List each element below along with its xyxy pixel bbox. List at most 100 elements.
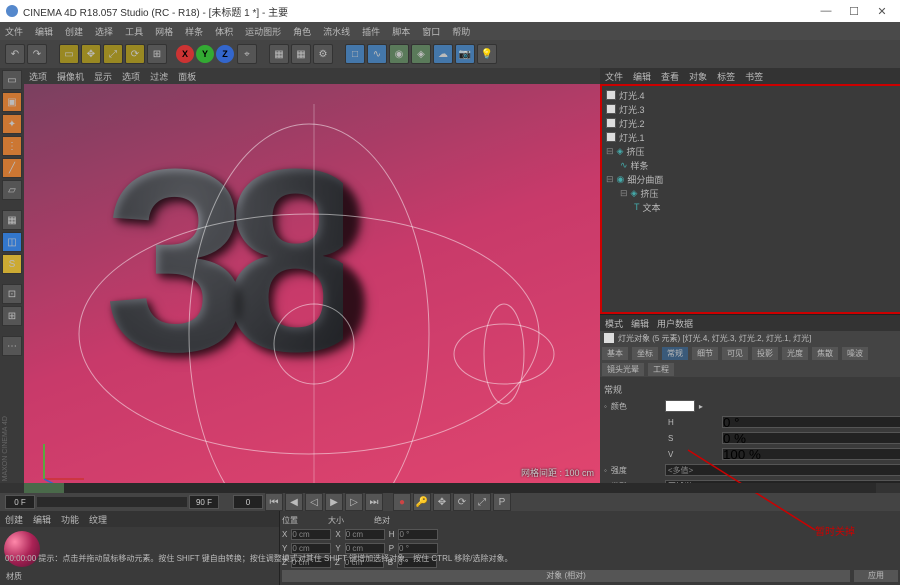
menu-help[interactable]: 帮助 — [452, 25, 470, 38]
move-tool[interactable]: ✥ — [81, 44, 101, 64]
rotate-tool[interactable]: ⟳ — [125, 44, 145, 64]
menu-create[interactable]: 创建 — [65, 25, 83, 38]
obj-tab-view[interactable]: 查看 — [661, 70, 679, 83]
vp-tab-panel[interactable]: 面板 — [178, 70, 196, 83]
point-mode[interactable]: ⋮ — [2, 136, 22, 156]
menu-window[interactable]: 窗口 — [422, 25, 440, 38]
texture-mode[interactable]: ▦ — [2, 210, 22, 230]
menu-mograph[interactable]: 运动图形 — [245, 25, 281, 38]
apply-button[interactable]: 应用 — [854, 570, 898, 582]
object-mode[interactable]: ▣ — [2, 92, 22, 112]
menu-pipeline[interactable]: 流水线 — [323, 25, 350, 38]
undo-button[interactable]: ↶ — [5, 44, 25, 64]
attr-tab-edit[interactable]: 编辑 — [631, 317, 649, 330]
render-settings[interactable]: ⚙ — [313, 44, 333, 64]
snap-button[interactable]: ⊡ — [2, 284, 22, 304]
subtab-basic[interactable]: 基本 — [602, 347, 628, 360]
goto-end-button[interactable]: ⏭ — [365, 493, 383, 511]
menu-tools[interactable]: 工具 — [125, 25, 143, 38]
rot-b-input[interactable] — [397, 557, 437, 568]
close-button[interactable]: ✕ — [869, 2, 895, 20]
attr-tab-mode[interactable]: 模式 — [605, 317, 623, 330]
key-pos-button[interactable]: ✥ — [433, 493, 451, 511]
primitive-button[interactable]: □ — [345, 44, 365, 64]
size-x-input[interactable] — [345, 529, 385, 540]
subtab-lensflare[interactable]: 镜头光晕 — [602, 363, 644, 376]
obj-row-extrude1[interactable]: ⊟◈挤压 — [604, 144, 900, 158]
sat-input[interactable] — [722, 432, 900, 444]
subtab-detail[interactable]: 细节 — [692, 347, 718, 360]
viewport-3d[interactable]: 38 网格间距 : 100 cm — [24, 84, 600, 483]
light-button[interactable]: 💡 — [477, 44, 497, 64]
spline-button[interactable]: ∿ — [367, 44, 387, 64]
subtab-photo[interactable]: 光度 — [782, 347, 808, 360]
mat-tab-func[interactable]: 功能 — [61, 513, 79, 526]
dropdown-icon[interactable]: ▸ — [699, 402, 703, 411]
menu-plugins[interactable]: 插件 — [362, 25, 380, 38]
menu-character[interactable]: 角色 — [293, 25, 311, 38]
render-view[interactable]: ▦ — [269, 44, 289, 64]
poly-mode[interactable]: ▱ — [2, 180, 22, 200]
obj-tab-object[interactable]: 对象 — [689, 70, 707, 83]
mat-tab-create[interactable]: 创建 — [5, 513, 23, 526]
coord-mode-dropdown[interactable]: 对象 (相对) — [282, 570, 850, 582]
vp-tab-display[interactable]: 显示 — [94, 70, 112, 83]
axis-y-icon[interactable]: Y — [196, 45, 214, 63]
next-key-button[interactable]: ▷ — [345, 493, 363, 511]
vp-tab-options[interactable]: 选项 — [29, 70, 47, 83]
goto-start-button[interactable]: ⏮ — [265, 493, 283, 511]
menu-spline[interactable]: 样条 — [185, 25, 203, 38]
key-rot-button[interactable]: ⟳ — [453, 493, 471, 511]
obj-row-light4[interactable]: 灯光.4 — [604, 88, 900, 102]
frame-cur-input[interactable] — [233, 495, 263, 509]
prev-key-button[interactable]: ◀ — [285, 493, 303, 511]
render-region[interactable]: ▦ — [291, 44, 311, 64]
subtab-coord[interactable]: 坐标 — [632, 347, 658, 360]
hue-input[interactable] — [722, 416, 900, 428]
pos-y-input[interactable] — [291, 543, 331, 554]
select-tool[interactable]: ▭ — [59, 44, 79, 64]
redo-button[interactable]: ↷ — [27, 44, 47, 64]
maximize-button[interactable]: ☐ — [841, 2, 867, 20]
obj-row-extrude2[interactable]: ⊟◈挤压 — [604, 186, 900, 200]
subtab-shadow[interactable]: 投影 — [752, 347, 778, 360]
key-scale-button[interactable]: ⤢ — [473, 493, 491, 511]
frame-end-input[interactable] — [189, 495, 219, 509]
quantize-button[interactable]: ⋯ — [2, 336, 22, 356]
axis-z-icon[interactable]: Z — [216, 45, 234, 63]
deformer-button[interactable]: ◈ — [411, 44, 431, 64]
mat-tab-texture[interactable]: 纹理 — [89, 513, 107, 526]
menu-edit[interactable]: 编辑 — [35, 25, 53, 38]
material-label[interactable]: 材质 — [0, 571, 279, 582]
model-mode[interactable]: ▭ — [2, 70, 22, 90]
autokey-button[interactable]: 🔑 — [413, 493, 431, 511]
obj-row-light3[interactable]: 灯光.3 — [604, 102, 900, 116]
workplane-button[interactable]: ⊞ — [2, 306, 22, 326]
timeline-ruler[interactable] — [0, 483, 900, 493]
obj-row-light1[interactable]: 灯光.1 — [604, 130, 900, 144]
obj-row-light2[interactable]: 灯光.2 — [604, 116, 900, 130]
rot-p-input[interactable] — [398, 543, 438, 554]
obj-row-sds[interactable]: ⊟◉细分曲面 — [604, 172, 900, 186]
frame-start-input[interactable] — [5, 495, 35, 509]
vp-tab-camera[interactable]: 摄像机 — [57, 70, 84, 83]
subtab-visible[interactable]: 可见 — [722, 347, 748, 360]
axis-x-icon[interactable]: X — [176, 45, 194, 63]
size-z-input[interactable] — [344, 557, 384, 568]
uv-point-mode[interactable]: ◫ — [2, 232, 22, 252]
obj-row-spline[interactable]: ∿样条 — [604, 158, 900, 172]
uv-poly-mode[interactable]: S — [2, 254, 22, 274]
rot-h-input[interactable] — [398, 529, 438, 540]
menu-file[interactable]: 文件 — [5, 25, 23, 38]
vp-tab-filter[interactable]: 过滤 — [150, 70, 168, 83]
subtab-noise[interactable]: 噪波 — [842, 347, 868, 360]
obj-tab-file[interactable]: 文件 — [605, 70, 623, 83]
menu-mesh[interactable]: 网格 — [155, 25, 173, 38]
environment-button[interactable]: ☁ — [433, 44, 453, 64]
play-button[interactable]: ▶ — [325, 493, 343, 511]
menu-select[interactable]: 选择 — [95, 25, 113, 38]
obj-tab-edit[interactable]: 编辑 — [633, 70, 651, 83]
play-back-button[interactable]: ◁ — [305, 493, 323, 511]
val-input[interactable] — [722, 448, 900, 460]
subtab-general[interactable]: 常规 — [662, 347, 688, 360]
